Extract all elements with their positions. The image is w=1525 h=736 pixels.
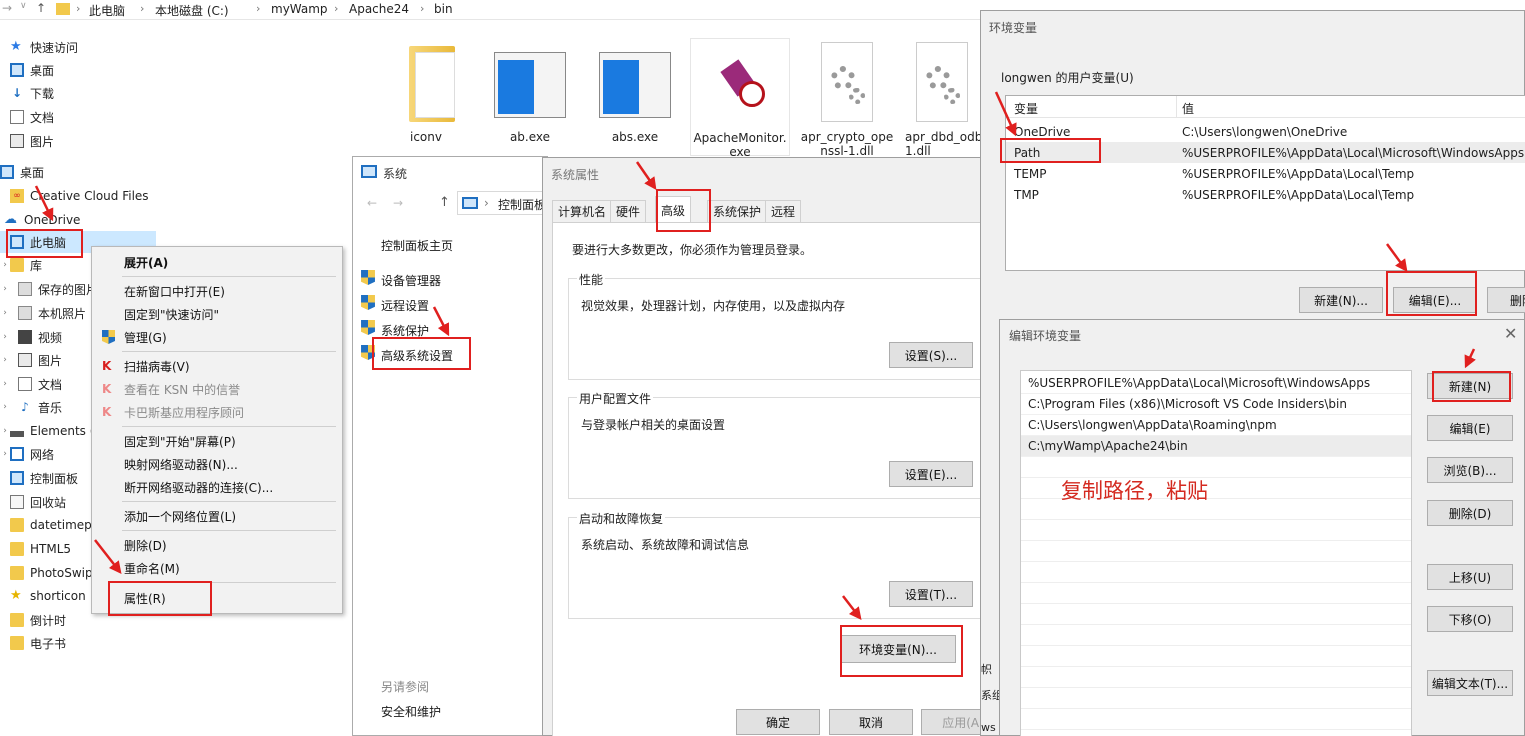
- red-arrow-icon: [34, 185, 54, 222]
- red-arrow-icon: [635, 161, 657, 191]
- red-arrow-icon: [1464, 348, 1476, 369]
- red-arrow-icon: [1385, 243, 1408, 273]
- red-arrow-icon: [94, 539, 122, 574]
- red-arrow-icon: [432, 306, 450, 337]
- red-arrow-icon: [842, 595, 862, 620]
- annotation-arrows: [34, 91, 1476, 620]
- red-arrow-icon: [994, 91, 1017, 137]
